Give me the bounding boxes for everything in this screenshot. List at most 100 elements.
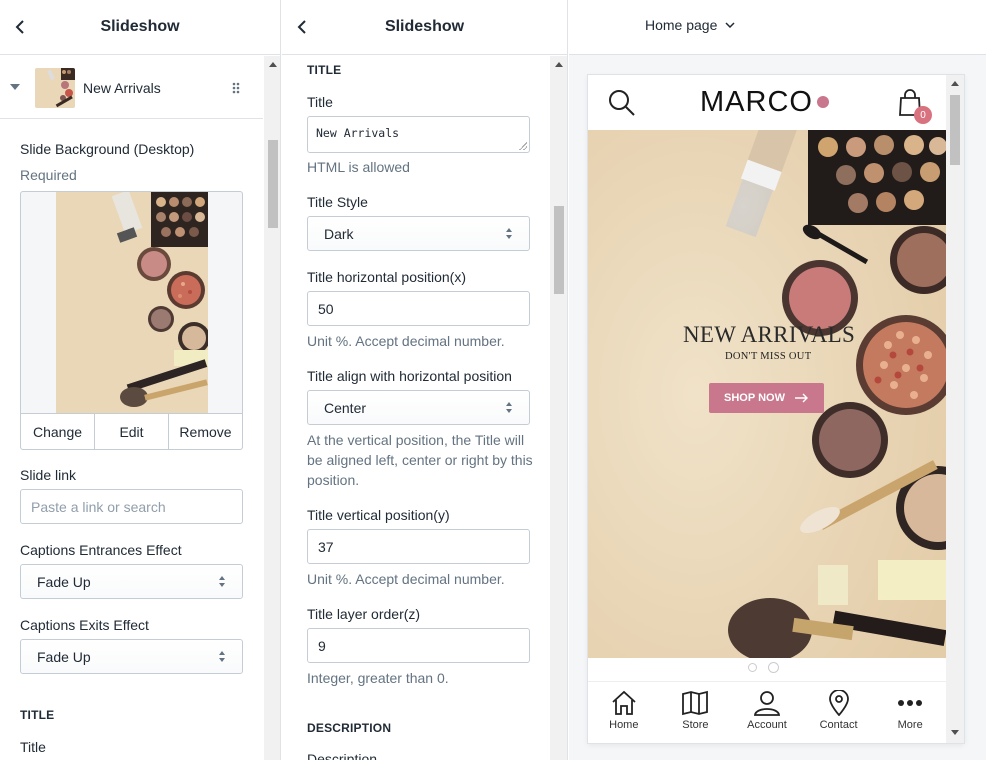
title-textarea-value: New Arrivals (316, 126, 400, 140)
title-align-label: Title align with horizontal position (307, 368, 512, 384)
panel-title: Slideshow (384, 18, 465, 35)
drag-handle-icon[interactable] (232, 82, 240, 94)
captions-exits-value: Fade Up (37, 648, 91, 665)
title-textarea[interactable]: New Arrivals (307, 116, 530, 153)
title-layer-help: Integer, greater than 0. (307, 670, 449, 686)
store-logo[interactable]: MARCO (700, 86, 813, 119)
select-arrows-icon (218, 651, 226, 662)
hero-title: NEW ARRIVALS (683, 322, 856, 347)
more-dots-icon (898, 700, 923, 706)
middle-scrollbar[interactable] (550, 56, 567, 760)
left-scrollbar[interactable] (264, 56, 280, 760)
scroll-thumb[interactable] (554, 206, 564, 294)
user-icon (753, 691, 781, 716)
chevron-left-icon (297, 20, 306, 34)
slide-background-image (56, 192, 208, 414)
title-hpos-label: Title horizontal position(x) (307, 269, 466, 285)
title-style-value: Dark (324, 225, 354, 242)
captions-entrances-value: Fade Up (37, 573, 91, 590)
edit-image-button[interactable]: Edit (95, 414, 169, 449)
nav-account[interactable]: Account (731, 682, 803, 743)
preview-panel: Home page MARCO 0 NEW ARRIVALS DON'T MIS… (569, 0, 986, 760)
captions-entrances-label: Captions Entrances Effect (20, 542, 182, 558)
title-label: Title (20, 739, 46, 755)
select-arrows-icon (218, 576, 226, 587)
nav-home-label: Home (609, 719, 639, 731)
store-bottom-nav: Home Store Account Contact More (588, 681, 946, 743)
captions-exits-label: Captions Exits Effect (20, 617, 149, 633)
shop-now-label: SHOP NOW (724, 392, 785, 404)
slide-block-label: New Arrivals (83, 80, 161, 96)
title-vpos-label: Title vertical position(y) (307, 507, 450, 523)
preview-topbar: Home page (569, 0, 986, 55)
slide-block-row[interactable]: New Arrivals (0, 56, 263, 119)
title-section-heading: TITLE (307, 63, 342, 77)
scroll-up-icon[interactable] (951, 81, 959, 86)
search-icon[interactable] (608, 89, 636, 117)
title-section-heading: TITLE (20, 708, 55, 722)
nav-contact[interactable]: Contact (803, 682, 875, 743)
nav-contact-label: Contact (819, 719, 858, 731)
panel-title: Slideshow (100, 18, 180, 35)
select-arrows-icon (505, 228, 513, 239)
chevron-left-icon (15, 20, 24, 34)
title-field-help: HTML is allowed (307, 159, 410, 175)
back-button[interactable] (292, 16, 312, 38)
cart-count-badge: 0 (914, 106, 932, 124)
slide-thumbnail (35, 68, 75, 108)
title-vpos-input[interactable]: 37 (307, 529, 530, 564)
caret-down-icon[interactable] (10, 84, 20, 90)
page-selector-label: Home page (645, 17, 718, 33)
store-header: MARCO 0 (588, 75, 946, 130)
scroll-thumb[interactable] (950, 95, 960, 165)
required-hint: Required (20, 167, 77, 183)
nav-account-label: Account (747, 719, 787, 731)
title-align-value: Center (324, 399, 367, 416)
title-hpos-input[interactable]: 50 (307, 291, 530, 326)
resize-handle-icon[interactable] (519, 142, 527, 150)
change-image-button[interactable]: Change (21, 414, 95, 449)
remove-image-button[interactable]: Remove (169, 414, 242, 449)
location-pin-icon (828, 690, 849, 716)
map-icon (682, 690, 709, 716)
chevron-down-icon (725, 22, 735, 28)
description-label: Description (307, 751, 378, 760)
slide-background-label: Slide Background (Desktop) (20, 141, 195, 157)
slide-pagination (748, 663, 778, 672)
title-align-help: At the vertical position, the Title will… (307, 432, 533, 488)
back-button[interactable] (10, 16, 30, 38)
image-actions: Change Edit Remove (21, 413, 242, 449)
title-layer-input[interactable]: 9 (307, 628, 530, 663)
middle-settings-panel: Slideshow TITLE Title New Arrivals HTML … (282, 0, 568, 760)
title-hpos-help: Unit %. Accept decimal number. (307, 333, 505, 349)
shop-now-button[interactable]: SHOP NOW (709, 383, 824, 413)
scroll-up-icon[interactable] (555, 62, 563, 67)
nav-more-label: More (897, 719, 923, 731)
hero-slide[interactable]: NEW ARRIVALS DON'T MISS OUT SHOP NOW (588, 130, 946, 658)
slide-dot-1[interactable] (748, 663, 757, 672)
scroll-up-icon[interactable] (269, 62, 277, 67)
nav-more[interactable]: More (874, 682, 946, 743)
middle-panel-header: Slideshow (282, 0, 567, 55)
slide-dot-2[interactable] (769, 663, 778, 672)
scroll-down-icon[interactable] (951, 730, 959, 735)
scroll-thumb[interactable] (268, 140, 278, 228)
title-field-label: Title (307, 94, 333, 110)
arrow-right-icon (794, 393, 808, 403)
left-panel-header: Slideshow (0, 0, 280, 55)
nav-home[interactable]: Home (588, 682, 660, 743)
captions-exits-select[interactable]: Fade Up (20, 639, 243, 674)
title-align-select[interactable]: Center (307, 390, 530, 425)
left-settings-panel: Slideshow New Arrivals Slide Background … (0, 0, 281, 760)
nav-store[interactable]: Store (660, 682, 732, 743)
title-style-label: Title Style (307, 194, 368, 210)
preview-scrollbar[interactable] (946, 75, 964, 743)
slide-link-label: Slide link (20, 467, 77, 483)
image-picker: Change Edit Remove (20, 191, 243, 450)
page-selector[interactable]: Home page (645, 17, 735, 33)
logo-dot-icon (817, 96, 829, 108)
captions-entrances-select[interactable]: Fade Up (20, 564, 243, 599)
title-style-select[interactable]: Dark (307, 216, 530, 251)
slide-link-input[interactable]: Paste a link or search (20, 489, 243, 524)
hero-subtitle: DON'T MISS OUT (725, 351, 812, 362)
